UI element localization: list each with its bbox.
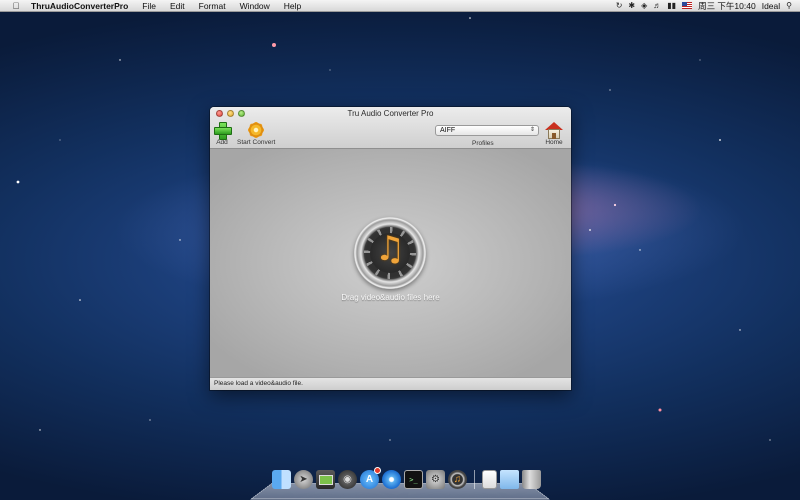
- profiles-label: Profiles: [472, 140, 494, 147]
- finder-icon[interactable]: [272, 470, 291, 489]
- home-button[interactable]: Home: [545, 121, 563, 146]
- dock: ➤ ◉ A >_ ⚙ ♫: [272, 470, 541, 489]
- menu-format[interactable]: Format: [192, 1, 233, 11]
- dock-separator: [474, 470, 475, 489]
- documents-stack-icon[interactable]: [482, 470, 497, 489]
- gear-icon: [248, 122, 264, 138]
- mission-control-icon[interactable]: [316, 470, 335, 489]
- spotlight-search-icon[interactable]: ⚲: [786, 1, 792, 10]
- apple-menu-icon[interactable]: : [8, 1, 24, 11]
- menu-window[interactable]: Window: [233, 1, 277, 11]
- app-store-icon[interactable]: A: [360, 470, 379, 489]
- drop-hint-text: Drag video&audio files here: [210, 293, 571, 302]
- system-preferences-icon[interactable]: ⚙: [426, 470, 445, 489]
- dashboard-icon[interactable]: ◉: [338, 470, 357, 489]
- menu-bar-extras: ↻ ✱ ◈ ♬ ▮▮ 周三 下午10:40 Ideal ⚲: [616, 0, 800, 12]
- app-window: Tru Audio Converter Pro Add Start Conver…: [210, 107, 571, 390]
- start-convert-button[interactable]: Start Convert: [237, 121, 275, 146]
- house-icon: [545, 122, 563, 139]
- wifi-icon[interactable]: ◈: [641, 1, 647, 10]
- status-bar: Please load a video&audio file.: [210, 377, 571, 390]
- home-label: Home: [545, 139, 562, 146]
- file-drop-area[interactable]: ♫ Drag video&audio files here: [210, 149, 571, 377]
- add-button[interactable]: Add: [214, 121, 230, 146]
- menu-help[interactable]: Help: [277, 1, 308, 11]
- tru-audio-converter-icon[interactable]: ♫: [448, 470, 467, 489]
- volume-icon[interactable]: ♬: [653, 1, 661, 10]
- profile-select-value: AIFF: [440, 127, 455, 134]
- add-label: Add: [216, 139, 228, 146]
- terminal-icon[interactable]: >_: [404, 470, 423, 489]
- profile-select[interactable]: AIFF ⇕: [435, 125, 539, 136]
- menu-app-name[interactable]: ThruAudioConverterPro: [24, 1, 135, 11]
- downloads-folder-icon[interactable]: [500, 470, 519, 489]
- updown-arrows-icon: ⇕: [530, 126, 535, 135]
- window-toolbar: Tru Audio Converter Pro Add Start Conver…: [210, 107, 571, 149]
- menu-file[interactable]: File: [135, 1, 163, 11]
- notification-badge: [374, 467, 381, 474]
- plus-icon: [214, 122, 230, 138]
- music-note-icon: ♫: [354, 217, 426, 289]
- safari-icon[interactable]: [382, 470, 401, 489]
- input-source-flag-icon[interactable]: [682, 2, 692, 9]
- menu-edit[interactable]: Edit: [163, 1, 192, 11]
- menu-clock[interactable]: 周三 下午10:40: [698, 0, 756, 12]
- time-machine-icon[interactable]: ↻: [616, 1, 623, 10]
- trash-icon[interactable]: [522, 470, 541, 489]
- bluetooth-icon[interactable]: ✱: [628, 1, 635, 10]
- launchpad-icon[interactable]: ➤: [294, 470, 313, 489]
- battery-icon[interactable]: ▮▮: [667, 1, 676, 10]
- menu-user[interactable]: Ideal: [762, 1, 780, 11]
- window-title: Tru Audio Converter Pro: [210, 109, 571, 118]
- menu-bar:  ThruAudioConverterPro File Edit Format…: [0, 0, 800, 12]
- start-convert-label: Start Convert: [237, 139, 275, 146]
